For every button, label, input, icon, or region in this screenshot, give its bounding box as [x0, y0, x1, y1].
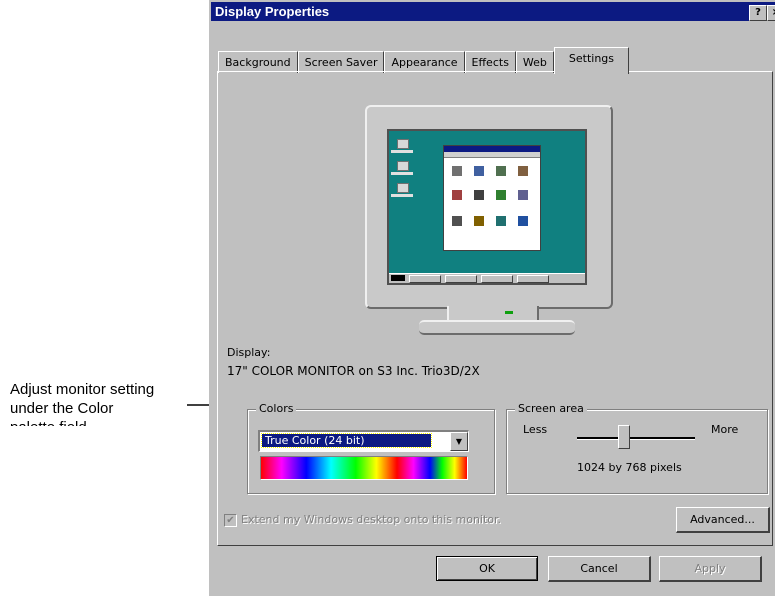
close-icon[interactable]: × — [767, 5, 775, 21]
tab-appearance[interactable]: Appearance — [384, 51, 465, 73]
advanced-button[interactable]: Advanced... — [676, 507, 770, 533]
preview-task-button — [409, 275, 441, 283]
desktop-icon — [397, 139, 409, 149]
preview-icon — [474, 190, 484, 200]
preview-icon — [452, 190, 462, 200]
extend-desktop-label: Extend my Windows desktop onto this moni… — [241, 513, 502, 526]
monitor-stand-neck — [447, 306, 539, 320]
slider-more-label: More — [711, 423, 739, 436]
preview-icon — [518, 190, 528, 200]
tab-effects[interactable]: Effects — [464, 51, 516, 73]
preview-icon — [518, 166, 528, 176]
screen-area-slider-thumb[interactable] — [618, 425, 631, 449]
preview-window — [443, 145, 541, 251]
ok-button[interactable]: OK — [436, 556, 538, 581]
preview-icon — [452, 166, 462, 176]
screen-area-slider-track[interactable] — [577, 437, 695, 440]
apply-button[interactable]: Apply — [659, 556, 762, 582]
preview-icon — [518, 216, 528, 226]
preview-task-button — [481, 275, 513, 283]
screen-area-group: Screen area Less More 1024 by 768 pixels — [506, 402, 768, 494]
tab-settings[interactable]: Settings — [553, 47, 630, 74]
annotation-line-1: Adjust monitor setting — [10, 381, 155, 398]
colors-select[interactable]: True Color (24 bit) ▼ — [258, 430, 469, 452]
monitor-screen — [387, 129, 587, 285]
preview-icon — [474, 166, 484, 176]
tab-screen-saver[interactable]: Screen Saver — [297, 51, 385, 73]
monitor-stand-base — [419, 320, 575, 335]
preview-icon — [452, 216, 462, 226]
preview-icon — [496, 190, 506, 200]
preview-icon — [474, 216, 484, 226]
colors-group-title: Colors — [256, 402, 297, 415]
tab-web[interactable]: Web — [515, 51, 554, 73]
screen-resolution-value: 1024 by 768 pixels — [577, 461, 682, 474]
tab-background[interactable]: Background — [218, 51, 298, 73]
chevron-down-icon[interactable]: ▼ — [450, 432, 468, 451]
preview-task-button — [445, 275, 477, 283]
display-label: Display: — [227, 346, 271, 359]
preview-window-menu — [444, 152, 540, 158]
slider-less-label: Less — [523, 423, 548, 436]
window-title: Display Properties — [215, 4, 330, 19]
annotation-line-2: under the Color — [10, 400, 114, 417]
annotation-line-3: palette field — [10, 418, 210, 426]
annotation-text: Adjust monitor setting under the Color p… — [10, 380, 210, 426]
desktop-icon-label — [391, 150, 413, 153]
display-properties-dialog: Display Properties ? × Background Screen… — [209, 0, 775, 596]
preview-icon — [496, 216, 506, 226]
preview-taskbar — [389, 273, 585, 283]
screen-area-group-title: Screen area — [515, 402, 587, 415]
preview-task-button — [517, 275, 549, 283]
display-value: 17" COLOR MONITOR on S3 Inc. Trio3D/2X — [227, 364, 480, 378]
preview-icon — [496, 166, 506, 176]
tab-strip: Background Screen Saver Appearance Effec… — [218, 47, 630, 74]
desktop-icon — [397, 183, 409, 193]
color-spectrum-bar — [260, 456, 468, 480]
desktop-icon-label — [391, 172, 413, 175]
colors-group: Colors True Color (24 bit) ▼ — [247, 402, 495, 494]
cancel-button[interactable]: Cancel — [548, 556, 651, 582]
power-led-icon — [505, 311, 513, 314]
title-bar[interactable]: Display Properties ? × — [211, 2, 775, 21]
desktop-icon-label — [391, 194, 413, 197]
desktop-icon — [397, 161, 409, 171]
monitor-preview — [365, 105, 613, 309]
extend-desktop-checkbox[interactable]: ✔ — [224, 514, 237, 527]
colors-selected-value: True Color (24 bit) — [261, 433, 432, 448]
preview-start-button — [391, 275, 405, 281]
help-button[interactable]: ? — [749, 5, 767, 21]
